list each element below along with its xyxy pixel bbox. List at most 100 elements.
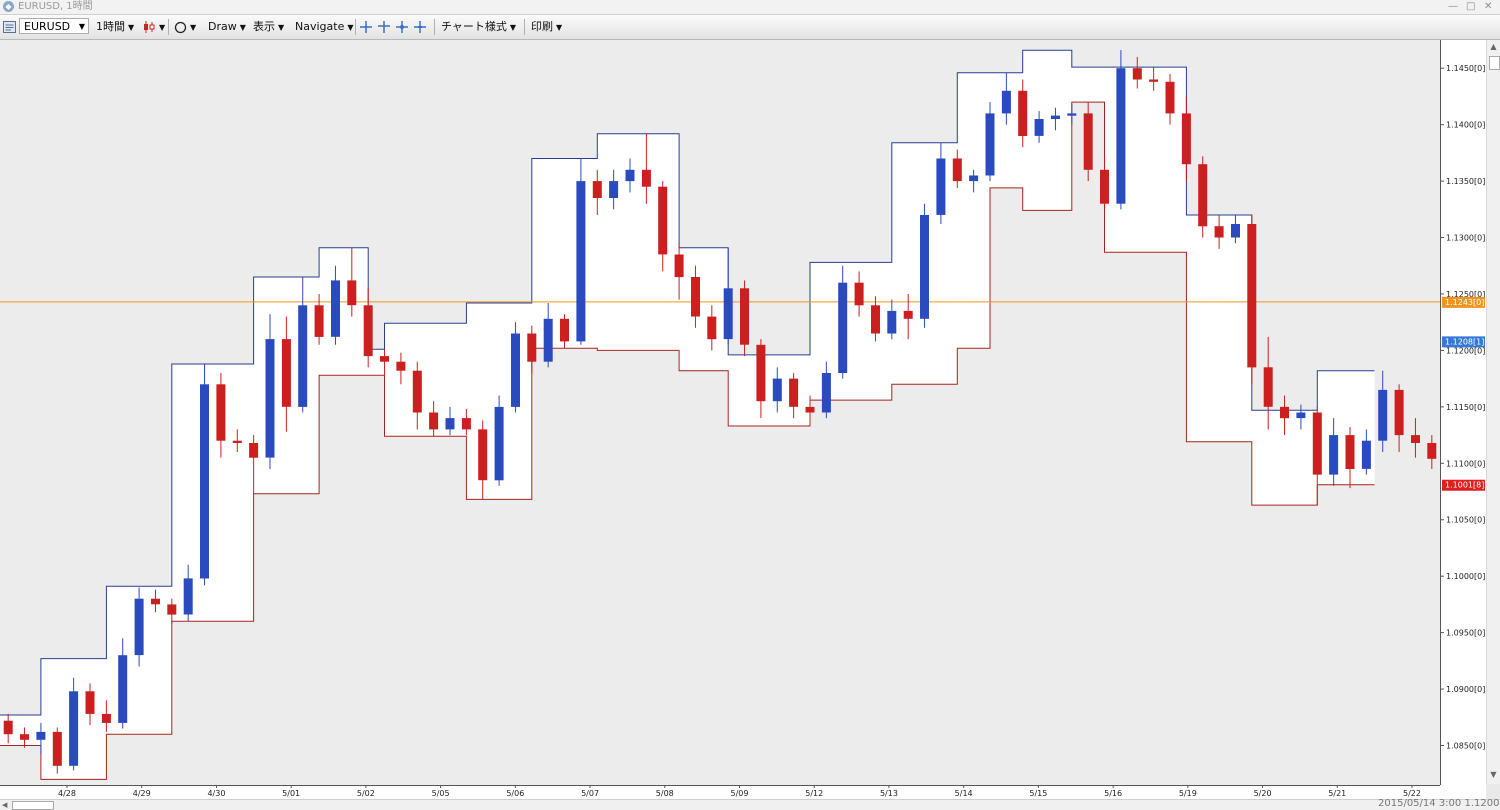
candle-body (1263, 367, 1273, 407)
chevron-down-icon: ▼ (556, 23, 563, 32)
candle-body (887, 310, 897, 334)
symbol-select[interactable]: EURUSD ▼ (19, 18, 89, 34)
candle (134, 587, 144, 667)
zoom-out-icon[interactable] (414, 15, 426, 39)
candle-body (920, 215, 929, 319)
time-tick-label: 5/16 (1104, 789, 1122, 798)
shape-dropdown[interactable]: ▼ (174, 15, 196, 39)
candle (511, 322, 520, 413)
candle (200, 363, 209, 586)
chart-style-menu[interactable]: チャート様式 ▼ (441, 15, 516, 39)
time-tick-label: 5/08 (656, 789, 674, 798)
candle-body (1214, 226, 1224, 238)
candle-body (985, 113, 995, 176)
time-tick-label: 5/19 (1179, 789, 1197, 798)
candle-body (576, 181, 586, 342)
candle (1116, 50, 1126, 210)
chart-toolbar: EURUSD ▼ 1時間 ▼ ▼ ▼ Draw ▼ 表示 ▼ Navigate ▼ チャ… (0, 15, 1500, 40)
candle (920, 203, 929, 328)
price-tick-label: 1.1300[0] (1446, 234, 1485, 243)
candle-body (936, 158, 946, 215)
candle-body (412, 370, 422, 413)
candle-body (331, 280, 340, 337)
candle-body (674, 254, 684, 278)
candle-body (1149, 79, 1159, 82)
candle-body (691, 277, 700, 317)
candle-body (723, 288, 733, 340)
candle-body (969, 175, 979, 182)
price-tick-label: 1.0950[0] (1446, 629, 1485, 638)
view-menu[interactable]: 表示 ▼ (253, 15, 284, 39)
toolbar-divider (355, 19, 356, 35)
candle-body (429, 412, 439, 430)
candle-body (871, 305, 880, 334)
time-tick-label: 4/28 (58, 789, 76, 798)
time-tick-label: 5/21 (1328, 789, 1346, 798)
chevron-down-icon: ▼ (278, 23, 285, 32)
candle-body (20, 734, 29, 740)
candle-body (1296, 412, 1306, 419)
price-tag-label: 1.1243[0] (1445, 298, 1484, 307)
candle-body (527, 333, 537, 362)
candle (985, 102, 995, 182)
cursor-cross-icon[interactable] (378, 15, 390, 39)
maximize-icon[interactable]: □ (1466, 0, 1475, 13)
candlestick-chart-svg[interactable]: 1.0850[0] 1.0900[0] 1.0950[0] 1.1000[0] 1.10… (0, 40, 1486, 799)
price-chart[interactable]: 1.0850[0] 1.0900[0] 1.0950[0] 1.1000[0] 1.10… (0, 40, 1500, 809)
vertical-scrollbar[interactable]: ▲ ▼ (1486, 40, 1500, 784)
chevron-down-icon: ▼ (128, 23, 135, 32)
candle-body (396, 361, 406, 371)
candle-body (151, 598, 160, 605)
candle-body (1198, 164, 1208, 227)
chart-menu-icon[interactable] (3, 15, 16, 39)
candle-body (1427, 443, 1437, 459)
candle-body (1181, 113, 1191, 165)
candle-body (821, 373, 831, 413)
scroll-down-icon[interactable]: ▼ (1489, 770, 1498, 779)
candle-body (461, 418, 471, 430)
candle-body (1132, 68, 1142, 80)
close-icon[interactable]: ✕ (1484, 0, 1492, 13)
symbol-value: EURUSD (24, 20, 71, 33)
candle-body (200, 384, 209, 579)
scroll-left-icon[interactable]: ◀ (2, 801, 10, 809)
window-title-bar: ◆ EURUSD, 1時間 — □ ✕ (0, 0, 1500, 15)
candle-body (903, 310, 913, 319)
price-tick-label: 1.0850[0] (1446, 741, 1485, 750)
scroll-thumb[interactable] (1489, 56, 1500, 70)
candle-body (838, 282, 848, 373)
chevron-down-icon: ▼ (78, 22, 85, 31)
chart-style-label: チャート様式 (441, 20, 507, 33)
draw-menu[interactable]: Draw ▼ (208, 15, 246, 39)
candle-body (1345, 435, 1355, 469)
candle-body (52, 731, 62, 766)
navigate-menu[interactable]: Navigate ▼ (295, 15, 354, 39)
view-menu-label: 表示 (253, 20, 275, 33)
print-menu[interactable]: 印刷 ▼ (531, 15, 562, 39)
draw-menu-label: Draw (208, 20, 237, 33)
minimize-icon[interactable]: — (1448, 0, 1458, 13)
timeframe-dropdown[interactable]: 1時間 ▼ (96, 15, 134, 39)
candle-body (740, 288, 749, 345)
candle-body (1116, 68, 1126, 204)
print-label: 印刷 (531, 20, 553, 33)
candle-body (511, 333, 520, 407)
chevron-down-icon: ▼ (239, 23, 246, 32)
candle-body (380, 356, 389, 362)
candle-body (1378, 389, 1388, 441)
time-tick-label: 5/20 (1254, 789, 1272, 798)
candle-body (69, 691, 79, 766)
candle-body (478, 429, 488, 481)
scroll-up-icon[interactable]: ▲ (1489, 42, 1498, 51)
candle-body (641, 169, 651, 187)
candle-body (494, 406, 504, 481)
zoom-in-icon[interactable] (396, 15, 408, 39)
time-tick-label: 5/09 (731, 789, 749, 798)
candle-body (347, 280, 357, 306)
chevron-down-icon: ▼ (347, 23, 354, 32)
candle-body (36, 731, 46, 740)
crosshair-icon[interactable] (360, 15, 372, 39)
candle-style-dropdown[interactable]: ▼ (142, 15, 165, 39)
horizontal-scrollbar[interactable]: ◀ (0, 799, 1500, 810)
candle-body (85, 691, 95, 714)
